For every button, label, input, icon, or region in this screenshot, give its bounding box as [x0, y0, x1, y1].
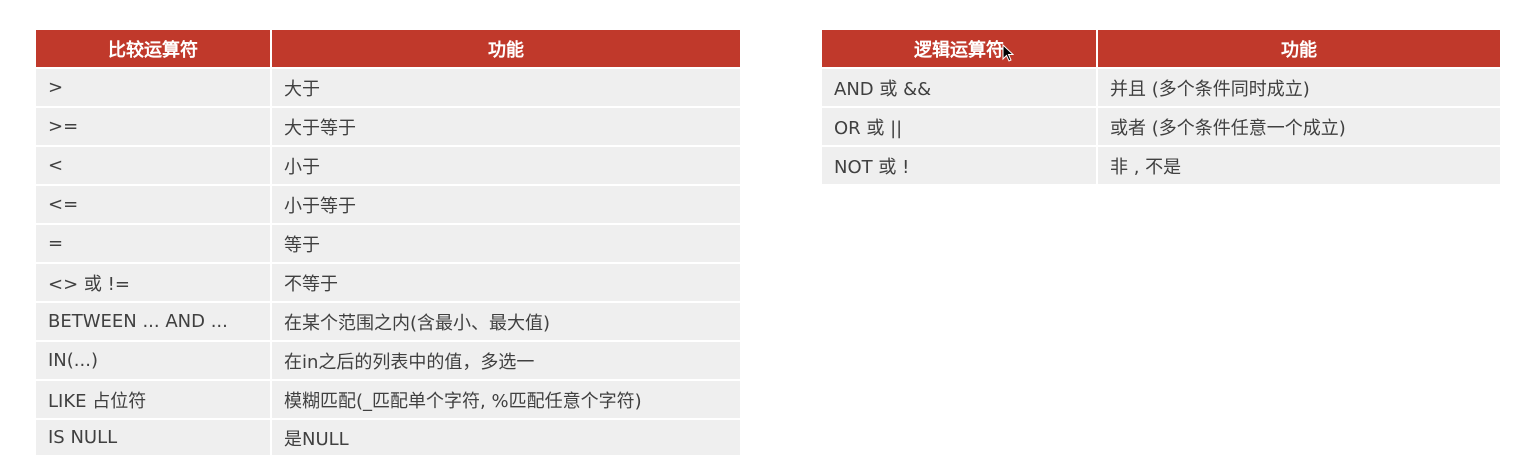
function-cell: 大于: [270, 69, 740, 108]
mouse-pointer-icon: [1002, 44, 1014, 62]
function-cell: 不等于: [270, 264, 740, 303]
function-cell: 小于等于: [270, 186, 740, 225]
operator-cell: LIKE 占位符: [36, 381, 270, 420]
function-cell: 在某个范围之内(含最小、最大值): [270, 303, 740, 342]
table-row: > 大于: [36, 69, 740, 108]
column-header-operator: 比较运算符: [36, 30, 270, 69]
column-header-function: 功能: [270, 30, 740, 69]
operator-cell: BETWEEN ... AND ...: [36, 303, 270, 342]
function-cell: 在in之后的列表中的值，多选一: [270, 342, 740, 381]
table-row: >= 大于等于: [36, 108, 740, 147]
operator-cell: <=: [36, 186, 270, 225]
comparison-operators-table: 比较运算符 功能 > 大于 >= 大于等于 < 小于 <= 小于等于 = 等于 …: [36, 30, 740, 455]
operator-cell: IS NULL: [36, 420, 270, 455]
table-row: IN(...) 在in之后的列表中的值，多选一: [36, 342, 740, 381]
function-cell: 模糊匹配(_匹配单个字符, %匹配任意个字符): [270, 381, 740, 420]
operator-cell: AND 或 &&: [822, 69, 1096, 108]
operator-cell: OR 或 ||: [822, 108, 1096, 147]
column-header-function: 功能: [1096, 30, 1500, 69]
logical-operators-table: 逻辑运算符 功能 AND 或 && 并且 (多个条件同时成立) OR 或 || …: [822, 30, 1500, 186]
table-header-row: 比较运算符 功能: [36, 30, 740, 69]
table-row: NOT 或 ! 非 , 不是: [822, 147, 1500, 186]
operator-cell: >: [36, 69, 270, 108]
operator-cell: NOT 或 !: [822, 147, 1096, 186]
table-row: BETWEEN ... AND ... 在某个范围之内(含最小、最大值): [36, 303, 740, 342]
function-cell: 大于等于: [270, 108, 740, 147]
table-row: < 小于: [36, 147, 740, 186]
table-row: <= 小于等于: [36, 186, 740, 225]
operator-cell: <: [36, 147, 270, 186]
operator-cell: =: [36, 225, 270, 264]
table-row: OR 或 || 或者 (多个条件任意一个成立): [822, 108, 1500, 147]
operator-cell: IN(...): [36, 342, 270, 381]
table-row: = 等于: [36, 225, 740, 264]
function-cell: 非 , 不是: [1096, 147, 1500, 186]
operator-cell: <> 或 !=: [36, 264, 270, 303]
function-cell: 或者 (多个条件任意一个成立): [1096, 108, 1500, 147]
table-row: <> 或 != 不等于: [36, 264, 740, 303]
operator-cell: >=: [36, 108, 270, 147]
function-cell: 等于: [270, 225, 740, 264]
function-cell: 小于: [270, 147, 740, 186]
column-header-operator: 逻辑运算符: [822, 30, 1096, 69]
table-row: IS NULL 是NULL: [36, 420, 740, 455]
function-cell: 并且 (多个条件同时成立): [1096, 69, 1500, 108]
table-row: LIKE 占位符 模糊匹配(_匹配单个字符, %匹配任意个字符): [36, 381, 740, 420]
function-cell: 是NULL: [270, 420, 740, 455]
table-header-row: 逻辑运算符 功能: [822, 30, 1500, 69]
table-row: AND 或 && 并且 (多个条件同时成立): [822, 69, 1500, 108]
